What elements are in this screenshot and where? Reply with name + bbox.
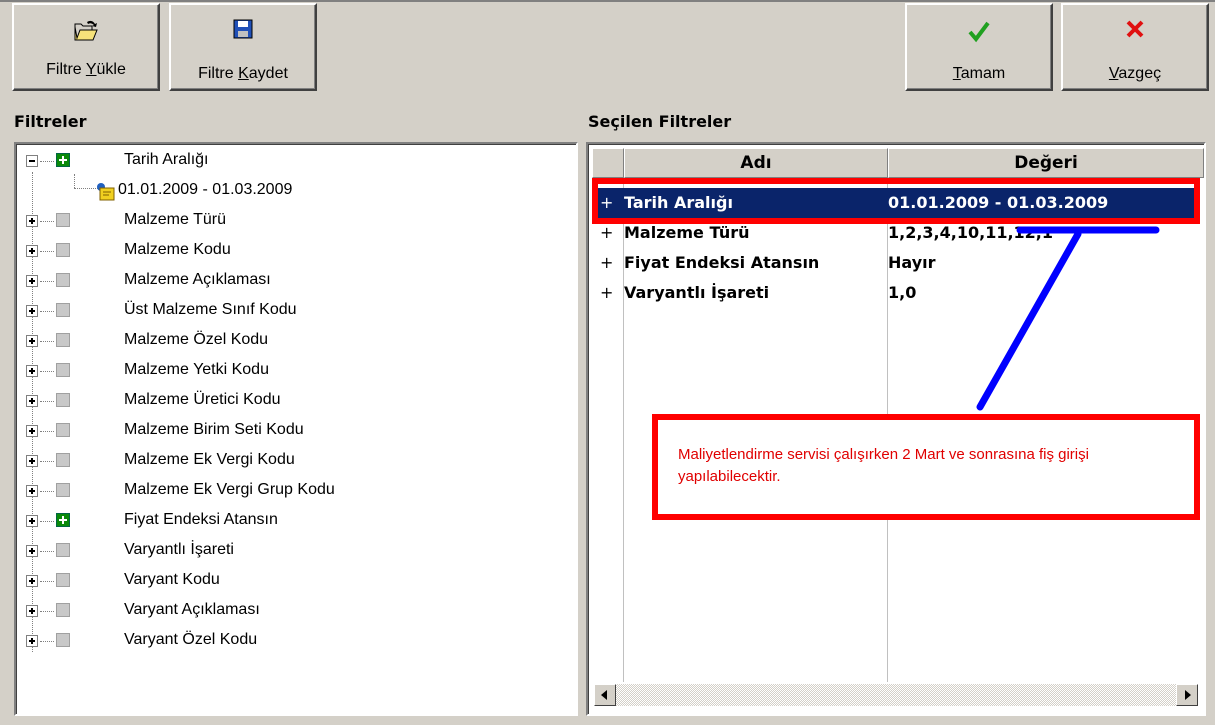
- checkbox-icon[interactable]: [56, 423, 70, 437]
- checkbox-icon[interactable]: [56, 363, 70, 377]
- filters-title: Filtreler: [14, 112, 87, 131]
- checkbox-icon[interactable]: [56, 483, 70, 497]
- tree-node[interactable]: Varyantlı İşareti: [16, 536, 576, 566]
- filter-name-cell: Varyantlı İşareti: [624, 283, 770, 302]
- expand-icon[interactable]: [26, 545, 38, 557]
- tree-node-label: Malzeme Ek Vergi Grup Kodu: [124, 481, 335, 498]
- tree-node-label: 01.01.2009 - 01.03.2009: [118, 181, 293, 198]
- tree-node-label: Varyant Kodu: [124, 571, 220, 588]
- expand-icon[interactable]: [26, 455, 38, 467]
- tree-node-label: Malzeme Özel Kodu: [124, 331, 269, 348]
- expand-icon[interactable]: [26, 215, 38, 227]
- tree-node[interactable]: Malzeme Birim Seti Kodu: [16, 416, 576, 446]
- collapse-icon[interactable]: [26, 155, 38, 167]
- checkbox-icon[interactable]: [56, 573, 70, 587]
- cancel-label: Vazgeç: [1108, 65, 1162, 82]
- checkbox-icon[interactable]: [56, 333, 70, 347]
- green-plus-icon[interactable]: [56, 153, 70, 167]
- tree-node-label: Malzeme Yetki Kodu: [124, 361, 269, 378]
- expand-icon[interactable]: [26, 395, 38, 407]
- filters-tree[interactable]: Tarih Aralığı 01.01.2009 - 01.03.2009 Ma…: [14, 142, 578, 716]
- tree-node[interactable]: Malzeme Ek Vergi Grup Kodu: [16, 476, 576, 506]
- ok-label: Tamam: [952, 65, 1006, 82]
- row-indicator-header: [592, 148, 624, 178]
- filter-name-cell: Malzeme Türü: [624, 223, 750, 242]
- load-filter-label: Filtre Yükle: [46, 61, 126, 78]
- checkbox-icon[interactable]: [56, 633, 70, 647]
- scroll-right-icon[interactable]: [1176, 684, 1198, 706]
- tree-node-label: Varyant Açıklaması: [124, 601, 260, 618]
- tree-node-label: Malzeme Türü: [124, 211, 226, 228]
- save-filter-button[interactable]: Filtre Kaydet: [169, 3, 317, 91]
- load-filter-button[interactable]: Filtre Yükle: [12, 3, 160, 91]
- top-border: [0, 0, 1215, 2]
- tree-node[interactable]: Malzeme Ek Vergi Kodu: [16, 446, 576, 476]
- tree-node-label: Malzeme Üretici Kodu: [124, 391, 281, 408]
- column-header-value[interactable]: Değeri: [888, 148, 1204, 178]
- filter-name-cell: Fiyat Endeksi Atansın: [624, 253, 820, 272]
- checkbox-icon[interactable]: [56, 243, 70, 257]
- horizontal-scrollbar[interactable]: [594, 684, 1198, 706]
- tree-node[interactable]: Malzeme Üretici Kodu: [16, 386, 576, 416]
- red-x-icon: [1063, 19, 1207, 45]
- expand-icon[interactable]: [26, 365, 38, 377]
- checkbox-icon[interactable]: [56, 453, 70, 467]
- open-folder-icon: [14, 19, 158, 45]
- tree-node[interactable]: Varyant Açıklaması: [16, 596, 576, 626]
- date-filter-icon: [94, 180, 116, 207]
- cancel-button[interactable]: Vazgeç: [1061, 3, 1209, 91]
- save-filter-label: Filtre Kaydet: [198, 65, 288, 82]
- tree-node-label: Malzeme Birim Seti Kodu: [124, 421, 304, 438]
- checkbox-icon[interactable]: [56, 273, 70, 287]
- expand-icon[interactable]: [26, 275, 38, 287]
- checkbox-icon[interactable]: [56, 543, 70, 557]
- tree-node-label: Varyantlı İşareti: [124, 541, 234, 558]
- annotation-arrow: [976, 226, 1160, 411]
- expand-icon[interactable]: [26, 425, 38, 437]
- expand-icon[interactable]: [26, 605, 38, 617]
- tree-node[interactable]: Varyant Özel Kodu: [16, 626, 576, 656]
- tree-node-label: Malzeme Ek Vergi Kodu: [124, 451, 295, 468]
- checkbox-icon[interactable]: [56, 603, 70, 617]
- expand-icon[interactable]: [26, 635, 38, 647]
- tree-node[interactable]: Malzeme Türü: [16, 206, 576, 236]
- expand-icon[interactable]: [26, 515, 38, 527]
- tree-node[interactable]: Malzeme Özel Kodu: [16, 326, 576, 356]
- green-plus-icon[interactable]: [56, 513, 70, 527]
- tree-node[interactable]: Malzeme Kodu: [16, 236, 576, 266]
- tree-node[interactable]: Fiyat Endeksi Atansın: [16, 506, 576, 536]
- expand-icon[interactable]: [26, 305, 38, 317]
- tree-node-label: Üst Malzeme Sınıf Kodu: [124, 301, 297, 318]
- expand-icon[interactable]: [26, 245, 38, 257]
- tree-node[interactable]: Malzeme Açıklaması: [16, 266, 576, 296]
- checkbox-icon[interactable]: [56, 393, 70, 407]
- tree-node-label: Varyant Özel Kodu: [124, 631, 258, 648]
- tree-node-label: Malzeme Açıklaması: [124, 271, 271, 288]
- green-check-icon: [907, 19, 1051, 45]
- tree-node-date-value[interactable]: 01.01.2009 - 01.03.2009: [16, 176, 576, 206]
- tree-node-label: Fiyat Endeksi Atansın: [124, 511, 278, 528]
- scroll-left-icon[interactable]: [594, 684, 616, 706]
- checkbox-icon[interactable]: [56, 213, 70, 227]
- checkbox-icon[interactable]: [56, 303, 70, 317]
- annotation-note: Maliyetlendirme servisi çalışırken 2 Mar…: [678, 446, 1089, 485]
- tree-node[interactable]: Varyant Kodu: [16, 566, 576, 596]
- expand-icon[interactable]: [26, 335, 38, 347]
- tree-node-date-range[interactable]: Tarih Aralığı: [16, 146, 576, 176]
- floppy-disk-icon: [171, 19, 315, 45]
- expand-icon[interactable]: [26, 575, 38, 587]
- tree-node-label: Malzeme Kodu: [124, 241, 231, 258]
- expand-row-icon[interactable]: +: [600, 283, 613, 302]
- selected-filters-grid[interactable]: Adı Değeri + Tarih Aralığı 01.01.2009 - 01…: [586, 142, 1206, 716]
- tree-node[interactable]: Malzeme Yetki Kodu: [16, 356, 576, 386]
- selected-filters-title: Seçilen Filtreler: [588, 112, 732, 131]
- expand-row-icon[interactable]: +: [600, 223, 613, 242]
- expand-icon[interactable]: [26, 485, 38, 497]
- expand-row-icon[interactable]: +: [600, 253, 613, 272]
- tree-node[interactable]: Üst Malzeme Sınıf Kodu: [16, 296, 576, 326]
- ok-button[interactable]: Tamam: [905, 3, 1053, 91]
- tree-node-label: Tarih Aralığı: [124, 151, 209, 168]
- column-header-name[interactable]: Adı: [624, 148, 888, 178]
